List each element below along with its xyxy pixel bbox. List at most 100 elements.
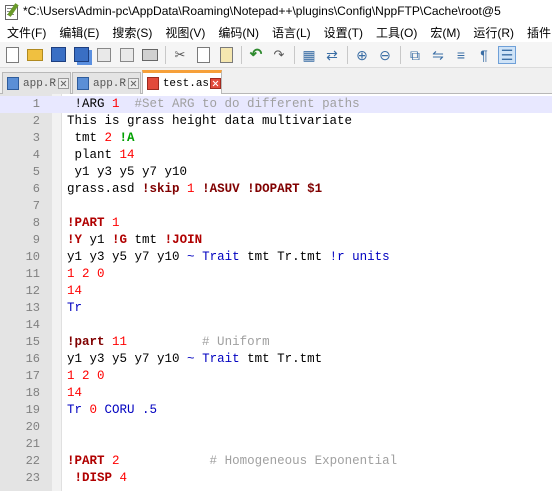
code-token: !G [112, 233, 128, 247]
line-number: 10 [25, 250, 40, 264]
line-number: 11 [25, 267, 40, 281]
sync-h-icon[interactable]: ⇋ [429, 46, 447, 64]
save-all-icon[interactable] [72, 46, 90, 64]
code-line[interactable]: 3 tmt 2 !A [0, 130, 552, 147]
menu-search[interactable]: 搜索(S) [105, 24, 158, 41]
menu-settings[interactable]: 设置(T) [317, 24, 369, 41]
code-token: !Y [67, 233, 83, 247]
save-icon[interactable] [49, 46, 67, 64]
code-token: ~ [187, 250, 195, 264]
indent-guide-icon[interactable]: ☰ [498, 45, 516, 64]
code-token: !JOIN [164, 233, 203, 247]
code-line[interactable]: 14 [0, 317, 552, 334]
undo-icon[interactable]: ↶ [247, 46, 265, 64]
code-token: !A [119, 131, 135, 145]
code-line[interactable]: 1 !ARG 1 #Set ARG to do different paths [0, 96, 552, 113]
redo-icon[interactable]: ↷ [270, 46, 288, 64]
line-number: 4 [32, 148, 40, 162]
code-line[interactable]: 5 y1 y3 y5 y7 y10 [0, 164, 552, 181]
code-line[interactable]: 6 grass.asd !skip 1 !ASUV !DOPART $1 [0, 181, 552, 198]
menu-edit[interactable]: 编辑(E) [52, 24, 105, 41]
copy-icon[interactable] [194, 46, 212, 64]
code-line[interactable]: 13 Tr [0, 300, 552, 317]
code-line[interactable]: 19 Tr 0 CORU .5 [0, 402, 552, 419]
tab-app-r-1[interactable]: app.R [2, 72, 71, 94]
line-text: 1 2 0 [67, 266, 105, 283]
editor[interactable]: 1 !ARG 1 #Set ARG to do different paths 2… [0, 94, 552, 491]
line-number: 18 [25, 386, 40, 400]
paste-icon[interactable] [217, 46, 235, 64]
line-text: 14 [67, 283, 82, 300]
menu-file[interactable]: 文件(F) [0, 24, 52, 41]
zoom-in-icon[interactable]: ⊕ [353, 46, 371, 64]
code-token: y1 y3 y5 y7 y10 [67, 250, 188, 264]
menu-view[interactable]: 视图(V) [158, 24, 211, 41]
code-token: y1 y3 y5 y7 y10 [67, 165, 188, 179]
find-icon[interactable]: ▦ [300, 46, 318, 64]
show-all-chars-icon[interactable]: ¶ [475, 46, 493, 64]
menu-tools[interactable]: 工具(O) [369, 24, 423, 41]
line-text: y1 y3 y5 y7 y10 ~ Trait tmt Tr.tmt [67, 351, 322, 368]
line-number: 7 [32, 199, 40, 213]
code-line[interactable]: 10 y1 y3 y5 y7 y10 ~ Trait tmt Tr.tmt !r … [0, 249, 552, 266]
menu-plugins[interactable]: 插件 [520, 24, 552, 41]
menu-bar: 文件(F) 编辑(E) 搜索(S) 视图(V) 编码(N) 语言(L) 设置(T… [0, 22, 552, 42]
code-line[interactable]: 11 1 2 0 [0, 266, 552, 283]
close-all-icon[interactable] [118, 46, 136, 64]
code-token: 14 [67, 284, 83, 298]
menu-run[interactable]: 运行(R) [466, 24, 520, 41]
code-token: # Uniform [127, 335, 270, 349]
cut-icon[interactable]: ✂ [171, 46, 189, 64]
tab-app-r-2[interactable]: app.R [72, 72, 141, 94]
code-line[interactable]: 4 plant 14 [0, 147, 552, 164]
code-line[interactable]: 23 !DISP 4 [0, 470, 552, 487]
line-number: 6 [32, 182, 40, 196]
replace-icon[interactable]: ⇄ [323, 46, 341, 64]
code-token: y1 y3 y5 y7 y10 [67, 352, 188, 366]
close-tab-icon[interactable] [58, 78, 70, 89]
print-icon[interactable] [141, 46, 159, 64]
code-line[interactable]: 21 [0, 436, 552, 453]
open-folder-icon[interactable] [26, 46, 44, 64]
code-line[interactable]: 20 [0, 419, 552, 436]
menu-encoding[interactable]: 编码(N) [211, 24, 265, 41]
sync-v-icon[interactable]: ⧉ [406, 46, 424, 64]
code-line[interactable]: 9 !Y y1 !G tmt !JOIN [0, 232, 552, 249]
code-token: 2 [104, 131, 113, 145]
tab-label: test.as [162, 77, 209, 90]
line-text: y1 y3 y5 y7 y10 [67, 164, 188, 181]
close-tab-icon[interactable] [210, 78, 221, 89]
code-line[interactable]: 17 1 2 0 [0, 368, 552, 385]
code-line[interactable]: 16 y1 y3 y5 y7 y10 ~ Trait tmt Tr.tmt [0, 351, 552, 368]
new-file-icon[interactable] [3, 46, 21, 64]
code-line[interactable]: 15 !part 11 # Uniform [0, 334, 552, 351]
menu-macro[interactable]: 宏(M) [423, 24, 466, 41]
line-number: 17 [25, 369, 40, 383]
menu-language[interactable]: 语言(L) [265, 24, 317, 41]
tab-test-as[interactable]: test.as [142, 70, 222, 94]
notepad-plus-plus-icon [3, 3, 19, 20]
line-text: !ARG 1 #Set ARG to do different paths [67, 96, 360, 113]
code-line[interactable]: 12 14 [0, 283, 552, 300]
wrap-icon[interactable]: ≡ [452, 46, 470, 64]
toolbar-separator [241, 45, 242, 64]
close-icon[interactable] [95, 46, 113, 64]
code-line[interactable]: 22 !PART 2 # Homogeneous Exponential [0, 453, 552, 470]
line-text: Tr 0 CORU .5 [67, 402, 157, 419]
code-token: 1 [112, 216, 120, 230]
code-line[interactable]: 7 [0, 198, 552, 215]
code-token: grass.asd [67, 182, 143, 196]
toolbar-separator [347, 45, 348, 64]
code-line[interactable]: 8 !PART 1 [0, 215, 552, 232]
zoom-out-icon[interactable]: ⊖ [376, 46, 394, 64]
code-line[interactable]: 18 14 [0, 385, 552, 402]
close-tab-icon[interactable] [128, 78, 140, 89]
line-number: 2 [32, 114, 40, 128]
code-line[interactable]: 2 This is grass height data multivariate [0, 113, 552, 130]
code-token: 1 2 0 [67, 369, 105, 383]
